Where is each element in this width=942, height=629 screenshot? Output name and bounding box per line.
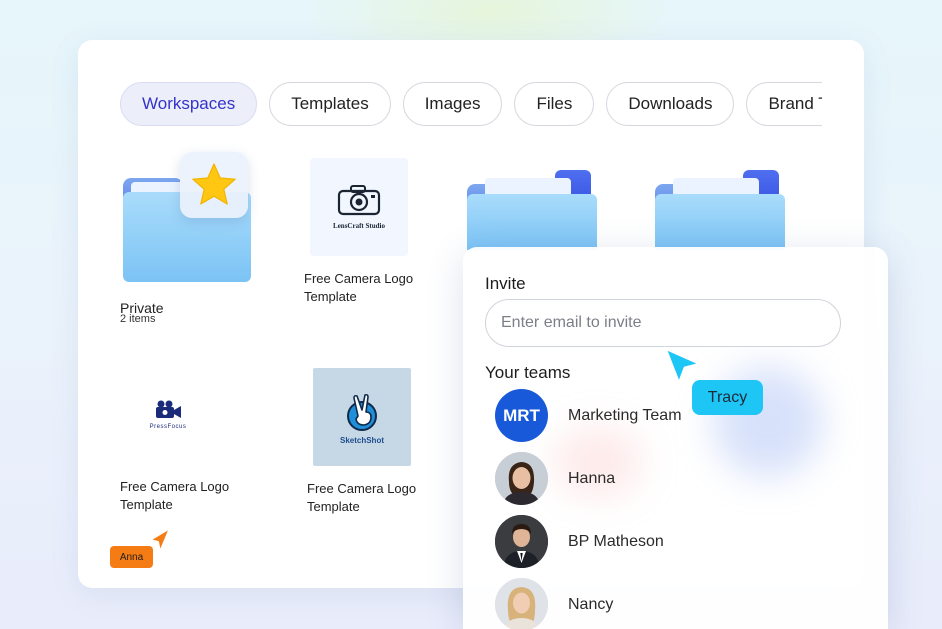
tab-brand-templates[interactable]: Brand Templates [746,82,822,126]
avatar: MRT [495,389,548,442]
tab-templates[interactable]: Templates [269,82,391,126]
video-camera-icon [156,400,181,418]
template-caption-line1: Free Camera Logo [120,479,230,494]
tab-images[interactable]: Images [402,82,503,126]
star-icon [192,163,236,205]
folder-icon[interactable] [655,170,787,250]
template-lenscraft[interactable]: LensCraft Studio Free Camera Logo Templa… [303,158,433,308]
template-caption-line2: Template [307,499,360,514]
template-caption-line2: Template [304,289,357,304]
template-caption-line1: Free Camera Logo [304,271,414,286]
team-row-marketing[interactable]: MRT Marketing Team [495,389,682,442]
invite-title: Invite [485,274,526,293]
favorite-badge[interactable] [180,152,248,218]
team-row-bp-matheson[interactable]: BP Matheson [495,515,664,568]
peace-hand-icon [347,393,377,431]
template-caption-line2: Template [120,497,173,512]
logo-text: SketchShot [339,435,384,445]
team-name: Marketing Team [568,406,682,424]
team-name: Nancy [568,595,614,613]
avatar [495,515,548,568]
folder-item-count: 2 items [120,313,156,325]
cursor-label-anna: Anna [110,546,153,568]
template-sketchshot[interactable]: SketchShot Free Camera Logo Template [306,368,446,518]
tab-files[interactable]: Files [514,82,595,126]
team-name: BP Matheson [568,532,664,550]
avatar [495,452,548,505]
logo-text: LensCraft Studio [333,222,385,230]
folder-icon[interactable] [467,170,599,250]
logo-text: PressFocus [149,424,187,430]
camera-icon [337,185,381,216]
team-row-nancy[interactable]: Nancy [495,578,613,629]
tab-workspaces[interactable]: Workspaces [120,82,258,126]
invite-panel: Invite Your teams MRT Marketing Team Han… [463,247,888,629]
cursor-label-tracy: Tracy [692,380,763,415]
tab-bar: Workspaces Templates Images Files Downlo… [120,82,822,128]
template-caption-line1: Free Camera Logo [307,481,417,496]
template-pressfocus[interactable]: PressFocus Free Camera Logo Template [118,370,258,520]
team-name: Hanna [568,469,616,487]
teams-title: Your teams [485,363,571,382]
team-row-hanna[interactable]: Hanna [495,452,615,505]
avatar [495,578,548,629]
tab-downloads[interactable]: Downloads [606,82,735,126]
invite-email-input[interactable] [485,299,841,347]
